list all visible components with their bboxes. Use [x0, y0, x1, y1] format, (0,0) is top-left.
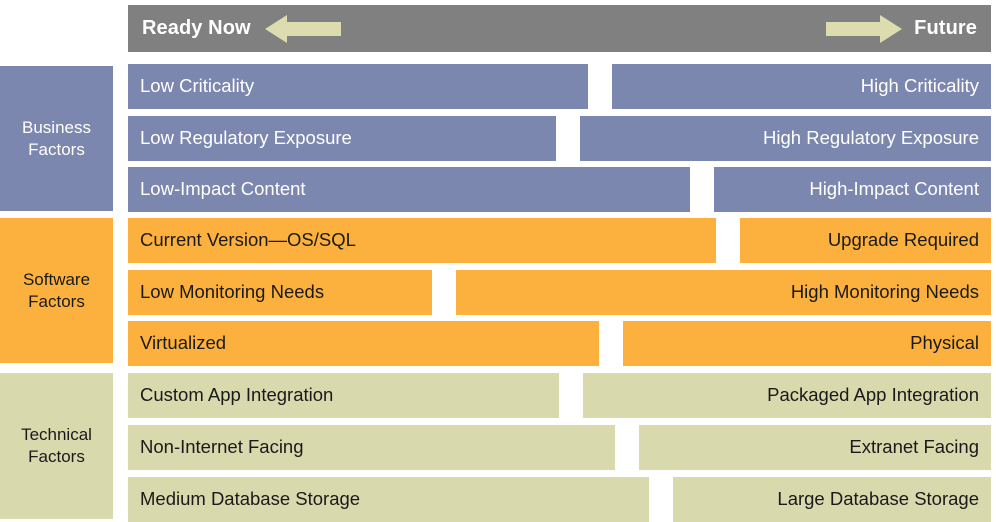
row-left-label: Virtualized — [140, 332, 227, 354]
row-marker[interactable] — [689, 167, 714, 212]
row-marker[interactable] — [558, 373, 583, 418]
future-label: Future — [914, 17, 977, 39]
row-left-label: Medium Database Storage — [140, 488, 361, 510]
spectrum-row-inner: Low Monitoring Needs High Monitoring Nee… — [128, 270, 991, 315]
group-block-business: Business Factors — [0, 66, 113, 211]
group-label-technical: Technical Factors — [21, 424, 92, 468]
group-label-line2: Factors — [28, 447, 85, 466]
spectrum-row[interactable]: Low-Impact Content High-Impact Content — [128, 167, 991, 212]
row-left-label: Low Regulatory Exposure — [140, 127, 352, 149]
group-label-business: Business Factors — [22, 117, 91, 161]
row-left-label: Non-Internet Facing — [140, 436, 304, 458]
spectrum-row[interactable]: Medium Database Storage Large Database S… — [128, 477, 991, 522]
spectrum-row[interactable]: Non-Internet Facing Extranet Facing — [128, 425, 991, 470]
spectrum-row-inner: Virtualized Physical — [128, 321, 991, 366]
spectrum-row-inner: Medium Database Storage Large Database S… — [128, 477, 991, 522]
row-marker[interactable] — [599, 321, 624, 366]
row-marker[interactable] — [587, 64, 612, 109]
arrow-right-icon — [826, 14, 903, 43]
spectrum-row[interactable]: Low Monitoring Needs High Monitoring Nee… — [128, 270, 991, 315]
spectrum-row[interactable]: Low Criticality High Criticality — [128, 64, 991, 109]
group-label-line2: Factors — [28, 291, 85, 311]
spectrum-row-inner: Current Version—OS/SQL Upgrade Required — [128, 218, 991, 263]
header-left-group: Ready Now — [142, 13, 341, 45]
spectrum-row[interactable]: Custom App Integration Packaged App Inte… — [128, 373, 991, 418]
header-right-group: Future — [826, 13, 977, 45]
row-marker[interactable] — [556, 116, 581, 161]
group-label-line1: Business — [22, 117, 91, 137]
group-label-line1: Technical — [21, 425, 92, 445]
row-right-label: Physical — [910, 332, 979, 354]
row-right-label: Packaged App Integration — [767, 384, 979, 406]
row-marker[interactable] — [649, 477, 674, 522]
arrow-left-icon — [264, 14, 341, 43]
spectrum-row-inner: Custom App Integration Packaged App Inte… — [128, 373, 991, 418]
row-marker[interactable] — [431, 270, 456, 315]
group-label-line1: Software — [22, 269, 91, 289]
group-label-software: Software Factors — [23, 269, 90, 313]
spectrum-row[interactable]: Low Regulatory Exposure High Regulatory … — [128, 116, 991, 161]
group-label-line2: Factors — [28, 139, 85, 159]
spectrum-row-inner: Low-Impact Content High-Impact Content — [128, 167, 991, 212]
row-right-label: High Monitoring Needs — [790, 281, 979, 303]
row-marker[interactable] — [614, 425, 639, 470]
spectrum-row-inner: Non-Internet Facing Extranet Facing — [128, 425, 991, 470]
spectrum-row-inner: Low Criticality High Criticality — [128, 64, 991, 109]
timeline-header: Ready Now Future — [128, 5, 991, 52]
row-left-label: Low Criticality — [140, 75, 255, 97]
spectrum-row-inner: Low Regulatory Exposure High Regulatory … — [128, 116, 991, 161]
row-right-label: Large Database Storage — [777, 488, 979, 510]
row-left-label: Custom App Integration — [140, 384, 334, 406]
row-left-label: Current Version—OS/SQL — [140, 229, 356, 251]
row-right-label: Upgrade Required — [827, 229, 979, 251]
row-right-label: High Criticality — [860, 75, 979, 97]
row-right-label: Extranet Facing — [849, 436, 979, 458]
readiness-spectrum-chart: Ready Now Future Business Factors Softwa… — [0, 0, 996, 522]
row-left-label: Low-Impact Content — [140, 178, 306, 200]
group-block-software: Software Factors — [0, 218, 113, 363]
row-right-label: High Regulatory Exposure — [763, 127, 979, 149]
row-right-label: High-Impact Content — [809, 178, 979, 200]
row-marker[interactable] — [715, 218, 740, 263]
row-left-label: Low Monitoring Needs — [140, 281, 325, 303]
spectrum-row[interactable]: Virtualized Physical — [128, 321, 991, 366]
group-block-technical: Technical Factors — [0, 373, 113, 519]
ready-now-label: Ready Now — [142, 17, 251, 39]
spectrum-row[interactable]: Current Version—OS/SQL Upgrade Required — [128, 218, 991, 263]
